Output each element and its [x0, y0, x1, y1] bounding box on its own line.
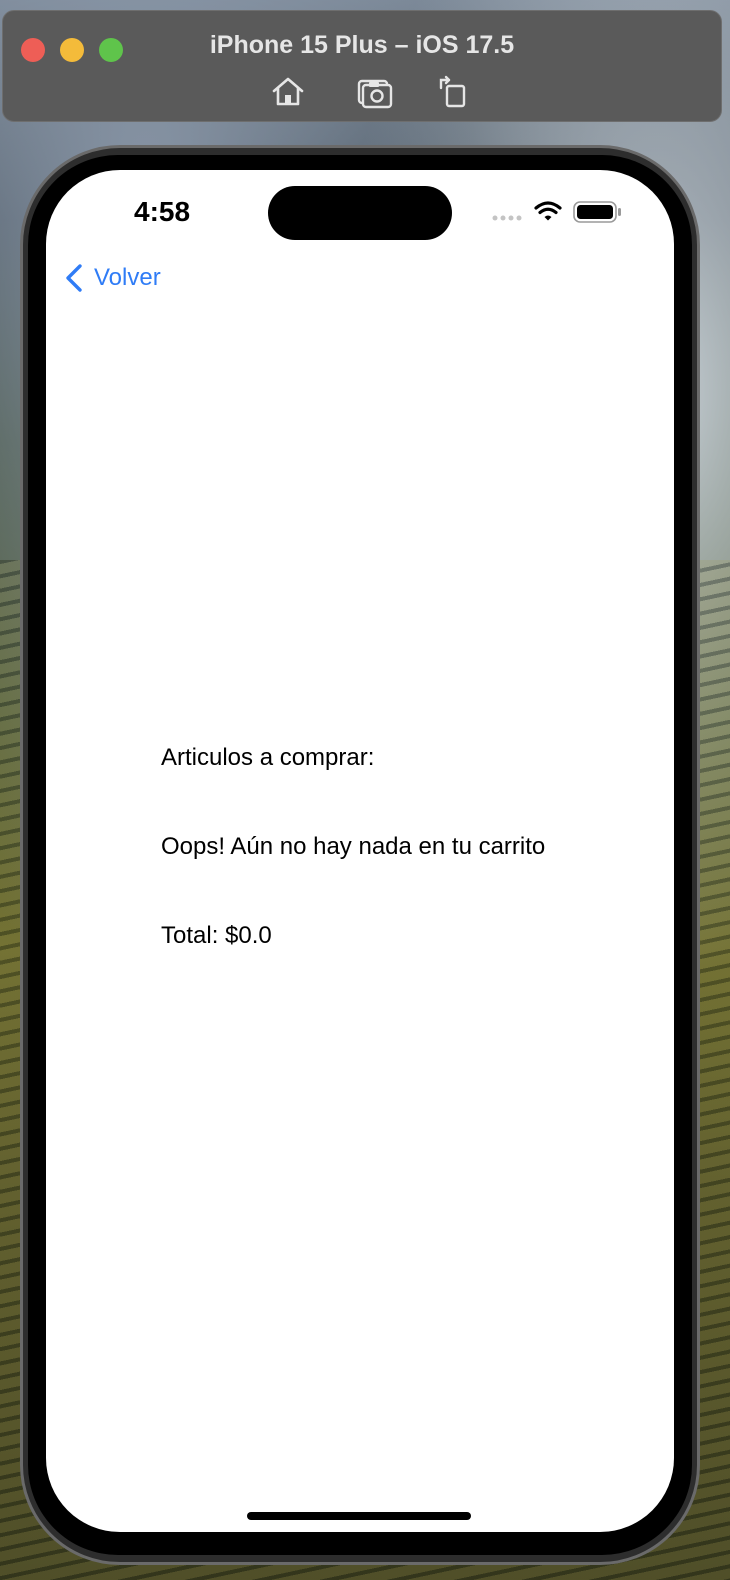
dynamic-island: [268, 186, 452, 240]
rotate-icon: [439, 75, 466, 108]
empty-cart-message: Oops! Aún no hay nada en tu carrito: [161, 833, 546, 860]
home-icon: [272, 77, 304, 106]
wifi-icon: [534, 201, 562, 221]
back-button[interactable]: Volver: [62, 262, 161, 294]
home-indicator[interactable]: [247, 1512, 471, 1520]
cart-content: Articulos a comprar: Oops! Aún no hay na…: [161, 744, 545, 1011]
cart-heading: Articulos a comprar:: [161, 744, 375, 771]
simulator-titlebar: iPhone 15 Plus – iOS 17.5: [2, 10, 722, 122]
status-icons: [492, 201, 621, 223]
status-time: 4:58: [134, 196, 191, 227]
window-title: iPhone 15 Plus – iOS 17.5: [209, 31, 515, 59]
home-button[interactable]: [268, 71, 308, 111]
phone-screen: 4:58 Volver Articulos a comprar: Oops! A…: [46, 170, 674, 1532]
chevron-left-icon: [66, 264, 82, 292]
back-button-label: Volver: [94, 264, 161, 291]
battery-icon: [573, 201, 621, 223]
screenshot-button[interactable]: [355, 71, 395, 111]
cellular-signal-icon: [492, 215, 522, 221]
screenshot-icon: [357, 79, 393, 109]
cart-total: Total: $0.0: [161, 922, 272, 949]
rotate-button[interactable]: [433, 71, 473, 111]
